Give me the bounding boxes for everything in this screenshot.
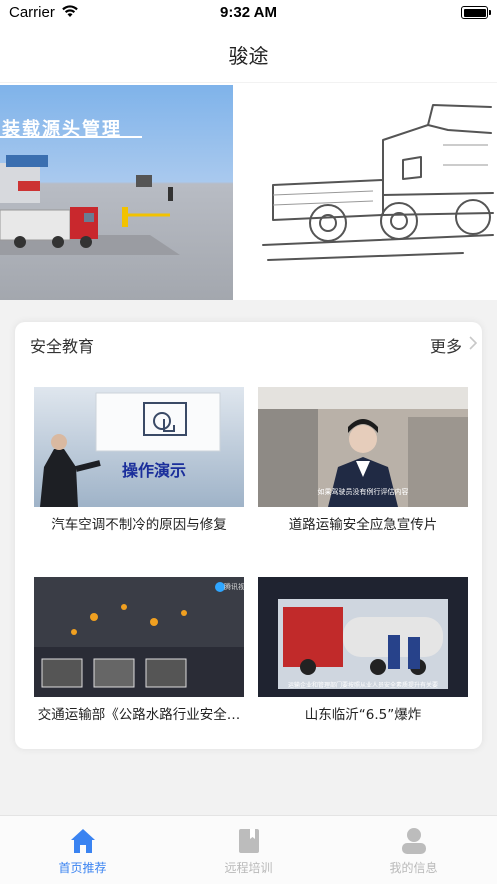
banner-slide-caption: 装载源头管理	[2, 119, 122, 140]
more-label: 更多	[429, 337, 462, 356]
nav-bar: 骏途	[0, 26, 497, 82]
banner-slide-loading-management[interactable]: 装载源头管理	[0, 85, 233, 300]
video-title: 交通运输部《公路水路行业安全…	[37, 707, 241, 723]
video-title: 汽车空调不制冷的原因与修复	[51, 517, 227, 533]
tab-label: 我的信息	[389, 861, 438, 875]
tab-my-info[interactable]: 我的信息	[331, 816, 496, 884]
home-icon	[68, 826, 98, 856]
tab-label: 首页推荐	[58, 861, 107, 875]
book-icon	[234, 826, 264, 856]
video-title: 道路运输安全应急宣传片	[288, 517, 438, 533]
tab-home[interactable]: 首页推荐	[0, 816, 165, 884]
thumbnail-caption: 操作演示	[122, 461, 187, 480]
banner-slide-truck-sketch[interactable]	[243, 85, 497, 300]
video-title: 山东临沂“6.5”爆炸	[304, 707, 422, 723]
video-item[interactable]: 操作演示 汽车空调不制冷的原因与修复	[34, 387, 244, 547]
section-title: 安全教育	[30, 337, 95, 356]
battery-icon	[461, 6, 491, 19]
person-icon	[399, 826, 429, 856]
status-bar: Carrier 9:32 AM	[0, 0, 497, 26]
video-thumbnail[interactable]: 腾讯视频	[34, 577, 244, 697]
tab-label: 远程培训	[224, 861, 273, 875]
tab-remote-training[interactable]: 远程培训	[166, 816, 331, 884]
more-link[interactable]: 更多	[429, 333, 478, 357]
video-item[interactable]: 如果驾驶员没有例行评估内容 道路运输安全应急宣传片	[258, 387, 468, 547]
subtitle-overlay: 如果驾驶员没有例行评估内容	[317, 488, 409, 496]
section-header: 安全教育 更多	[15, 322, 482, 364]
video-item[interactable]: 运输企业和管理部门要按照从业人员安全素质提升有关要求,强化驾驶 山东临沂“6.5…	[258, 577, 468, 737]
video-thumbnail[interactable]: 运输企业和管理部门要按照从业人员安全素质提升有关要求,强化驾驶	[258, 577, 468, 697]
clock: 9:32 AM	[220, 4, 277, 21]
video-thumbnail[interactable]: 如果驾驶员没有例行评估内容	[258, 387, 468, 507]
bottom-tab-bar: 首页推荐 远程培训 我的信息	[0, 815, 497, 884]
safety-education-card: 安全教育 更多 操作演示 汽车空调不制冷的原因与修复 如果驾驶员没有例行评估内容…	[15, 322, 482, 749]
video-item[interactable]: 腾讯视频 交通运输部《公路水路行业安全…	[34, 577, 244, 737]
chevron-right-icon	[468, 335, 478, 355]
video-thumbnail[interactable]: 操作演示	[34, 387, 244, 507]
subtitle-overlay: 运输企业和管理部门要按照从业人员安全素质提升有关要求,强化驾驶	[288, 682, 438, 689]
page-title: 骏途	[228, 44, 269, 68]
watermark-logo: 腾讯视频	[224, 583, 244, 591]
banner-carousel[interactable]: 装载源头管理	[0, 83, 497, 300]
